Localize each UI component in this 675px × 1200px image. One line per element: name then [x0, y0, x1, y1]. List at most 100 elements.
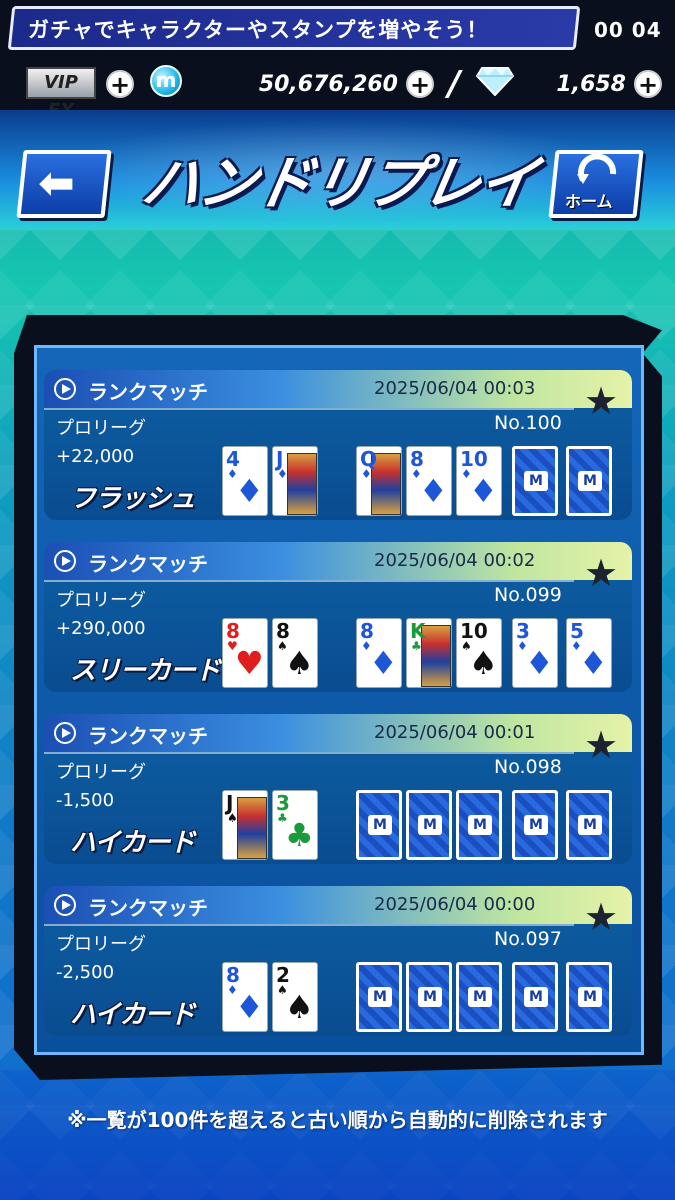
clock: 00 04: [594, 18, 662, 42]
board-card: M: [456, 962, 502, 1032]
diamond-icon: [476, 67, 514, 96]
hole-card: J♦♦: [272, 446, 318, 516]
card-back-logo: M: [468, 987, 492, 1007]
board-card: M: [356, 962, 402, 1032]
card-suit-large: ♦: [235, 988, 264, 1026]
entry-divider: [44, 408, 574, 410]
card-suit-large: ♥: [235, 644, 264, 682]
favorite-star-icon[interactable]: ★: [584, 554, 624, 592]
league-name: プロリーグ: [56, 934, 146, 955]
card-back-logo: M: [524, 471, 548, 491]
face-card-art: [287, 453, 317, 515]
board-card: 10 ♦ ♦: [456, 446, 502, 516]
board-card: M: [512, 962, 558, 1032]
match-date: 2025/06/04 00:01: [374, 722, 536, 743]
match-mode: ランクマッチ: [88, 552, 208, 576]
home-label[interactable]: ホーム: [565, 188, 613, 212]
coin-balance: 50,676,260: [258, 72, 398, 97]
hole-card: 8 ♦ ♦: [222, 962, 268, 1032]
card-back-logo: M: [468, 815, 492, 835]
league-name: プロリーグ: [56, 418, 146, 439]
card-back-logo: M: [418, 815, 442, 835]
card-back-logo: M: [524, 815, 548, 835]
hole-card: 8 ♥ ♥: [222, 618, 268, 688]
favorite-star-icon[interactable]: ★: [584, 898, 624, 936]
board-card: M: [356, 790, 402, 860]
board-card: M: [512, 790, 558, 860]
match-date: 2025/06/04 00:03: [374, 378, 536, 399]
card-suit-large: ♦: [369, 644, 398, 682]
match-mode: ランクマッチ: [88, 724, 208, 748]
coin-plus-button[interactable]: +: [406, 70, 434, 99]
score-change: +290,000: [56, 618, 146, 639]
board-card: M: [406, 790, 452, 860]
card-suit-small: ♦: [361, 467, 372, 481]
board-card: Q♦♦: [356, 446, 402, 516]
card-suit-large: ♣: [285, 816, 314, 854]
board-card: M: [512, 446, 558, 516]
board-card: K♣♣: [406, 618, 452, 688]
card-back-logo: M: [368, 815, 392, 835]
replay-entry[interactable]: ランクマッチ 2025/06/04 00:03 ★ プロリーグ No.100 +22,00…: [44, 370, 632, 520]
card-suit-small: ♦: [277, 467, 288, 481]
match-number: No.097: [494, 928, 562, 950]
gem-plus-button[interactable]: +: [634, 70, 662, 99]
gem-balance: 1,658: [556, 72, 626, 97]
face-card-art: [237, 797, 267, 859]
play-icon[interactable]: [54, 550, 76, 572]
card-suit-large: ♠: [285, 644, 314, 682]
league-name: プロリーグ: [56, 590, 146, 611]
board-card: 10 ♠ ♠: [456, 618, 502, 688]
card-back-logo: M: [578, 471, 602, 491]
replay-entry[interactable]: ランクマッチ 2025/06/04 00:01 ★ プロリーグ No.098 -1,500…: [44, 714, 632, 864]
card-back-logo: M: [418, 987, 442, 1007]
card-back-logo: M: [368, 987, 392, 1007]
page-title: ハンドリプレイ: [137, 149, 542, 217]
notice-text[interactable]: ガチャでキャラクターやスタンプを増やそう！: [28, 14, 488, 44]
back-arrow-icon[interactable]: ⬅: [38, 158, 75, 209]
score-change: -1,500: [56, 790, 115, 811]
hand-rank: ハイカード: [70, 1000, 195, 1030]
separator: /: [448, 64, 461, 104]
card-back-logo: M: [578, 987, 602, 1007]
board-card: 8 ♦ ♦: [406, 446, 452, 516]
board-card: 5 ♦ ♦: [566, 618, 612, 688]
card-suit-large: ♦: [525, 644, 554, 682]
match-number: No.098: [494, 756, 562, 778]
match-date: 2025/06/04 00:02: [374, 550, 536, 571]
card-suit-large: ♦: [469, 472, 498, 510]
match-mode: ランクマッチ: [88, 896, 208, 920]
match-number: No.099: [494, 584, 562, 606]
coin-icon: m: [150, 65, 182, 97]
score-change: -2,500: [56, 962, 115, 983]
board-card: M: [406, 962, 452, 1032]
card-suit-small: ♠: [227, 811, 238, 825]
vip-ex-badge[interactable]: VIP EX: [26, 67, 96, 121]
match-date: 2025/06/04 00:00: [374, 894, 536, 915]
card-back-logo: M: [578, 815, 602, 835]
home-return-icon[interactable]: [575, 152, 621, 186]
board-card: 3 ♦ ♦: [512, 618, 558, 688]
hand-rank: フラッシュ: [70, 484, 196, 514]
score-change: +22,000: [56, 446, 135, 467]
footnote: ※一覧が100件を超えると古い順から自動的に削除されます: [67, 1108, 608, 1132]
hole-card: 3 ♣ ♣: [272, 790, 318, 860]
hole-card: 2 ♠ ♠: [272, 962, 318, 1032]
play-icon[interactable]: [54, 378, 76, 400]
replay-entry[interactable]: ランクマッチ 2025/06/04 00:00 ★ プロリーグ No.097 -2,500…: [44, 886, 632, 1036]
play-icon[interactable]: [54, 894, 76, 916]
vip-plus-button[interactable]: +: [106, 70, 134, 99]
favorite-star-icon[interactable]: ★: [584, 726, 624, 764]
hand-rank: スリーカード: [70, 656, 221, 686]
league-name: プロリーグ: [56, 762, 146, 783]
hand-rank: ハイカード: [70, 828, 195, 858]
board-card: M: [456, 790, 502, 860]
background-bottom: [0, 1070, 675, 1200]
play-icon[interactable]: [54, 722, 76, 744]
favorite-star-icon[interactable]: ★: [584, 382, 624, 420]
entry-divider: [44, 924, 574, 926]
replay-entry[interactable]: ランクマッチ 2025/06/04 00:02 ★ プロリーグ No.099 +290,0…: [44, 542, 632, 692]
card-suit-large: ♠: [285, 988, 314, 1026]
hole-card: J♠♠: [222, 790, 268, 860]
hole-card: 4 ♦ ♦: [222, 446, 268, 516]
